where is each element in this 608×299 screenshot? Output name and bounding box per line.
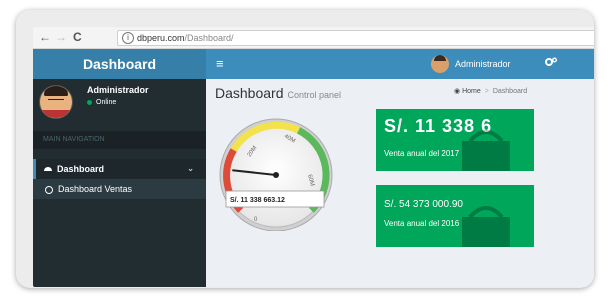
sidebar-item-dashboard-ventas[interactable]: Dashboard Ventas — [33, 179, 206, 199]
app-logo[interactable]: Dashboard — [33, 49, 206, 79]
dashboard-icon — [43, 159, 53, 179]
menu-toggle-icon[interactable]: ≡ — [216, 49, 224, 79]
shopping-bag-icon — [462, 206, 510, 247]
url-host: dbperu.com — [137, 33, 185, 43]
home-icon: ◉ — [454, 88, 461, 95]
sidebar-item-label: Dashboard Ventas — [58, 184, 133, 194]
gears-icon[interactable] — [545, 49, 557, 79]
info-icon[interactable]: i — [122, 32, 134, 44]
sidebar-item-dashboard[interactable]: Dashboard ⌄ — [33, 159, 206, 179]
gauge-hub — [273, 172, 279, 178]
sales-gauge: 20M 40M 60M S/. 11 338 663.12 0 — [214, 117, 338, 236]
user-panel: Administrador Online — [33, 79, 206, 125]
screenshot-frame: ← → C i dbperu.com/Dashboard/ Dashboard ≡… — [16, 10, 594, 288]
reload-icon[interactable]: C — [73, 29, 82, 45]
breadcrumb-current: Dashboard — [492, 88, 528, 95]
gauge-value: S/. 11 338 663.12 — [230, 197, 285, 204]
sidebar-item-label: Dashboard — [57, 164, 105, 174]
browser-window: ← → C i dbperu.com/Dashboard/ Dashboard ≡… — [33, 27, 594, 287]
forward-icon[interactable]: → — [55, 29, 67, 45]
online-status: Online — [87, 99, 116, 106]
content-area: Dashboard Control panel ◉ Home > Dashboard — [206, 79, 594, 287]
card-label: Venta anual del 2017 — [384, 149, 460, 158]
gauge-tick-label: 0 — [254, 217, 258, 223]
back-icon[interactable]: ← — [39, 29, 51, 45]
page-subtitle: Control panel — [287, 90, 342, 100]
browser-toolbar: ← → C i dbperu.com/Dashboard/ — [33, 27, 594, 49]
shopping-bag-icon — [462, 130, 510, 171]
sidebar-user-name: Administrador — [87, 85, 149, 95]
avatar — [431, 55, 449, 73]
sidebar: Administrador Online MAIN NAVIGATION Das… — [33, 79, 206, 287]
nav-header: MAIN NAVIGATION — [33, 131, 206, 149]
sales-card-2016[interactable]: S/. 54 373 000.90 Venta anual del 2016 — [376, 185, 534, 247]
circle-icon — [45, 185, 53, 194]
address-bar[interactable]: i dbperu.com/Dashboard/ — [117, 30, 594, 46]
card-value: S/. 54 373 000.90 — [384, 199, 463, 210]
header-user-menu[interactable]: Administrador — [431, 55, 511, 73]
avatar — [39, 85, 73, 119]
breadcrumb-home[interactable]: Home — [462, 88, 481, 95]
card-label: Venta anual del 2016 — [384, 219, 460, 228]
sales-card-2017[interactable]: S/. 11 338 6 Venta anual del 2017 — [376, 109, 534, 171]
page-title: Dashboard Control panel — [215, 85, 342, 101]
header-user-name: Administrador — [455, 59, 511, 69]
main-header: Dashboard ≡ Administrador — [33, 49, 594, 79]
breadcrumb: ◉ Home > Dashboard — [454, 88, 528, 95]
chevron-down-icon: ⌄ — [187, 164, 194, 173]
url-path: /Dashboard/ — [184, 33, 234, 43]
status-dot-icon — [87, 99, 92, 105]
